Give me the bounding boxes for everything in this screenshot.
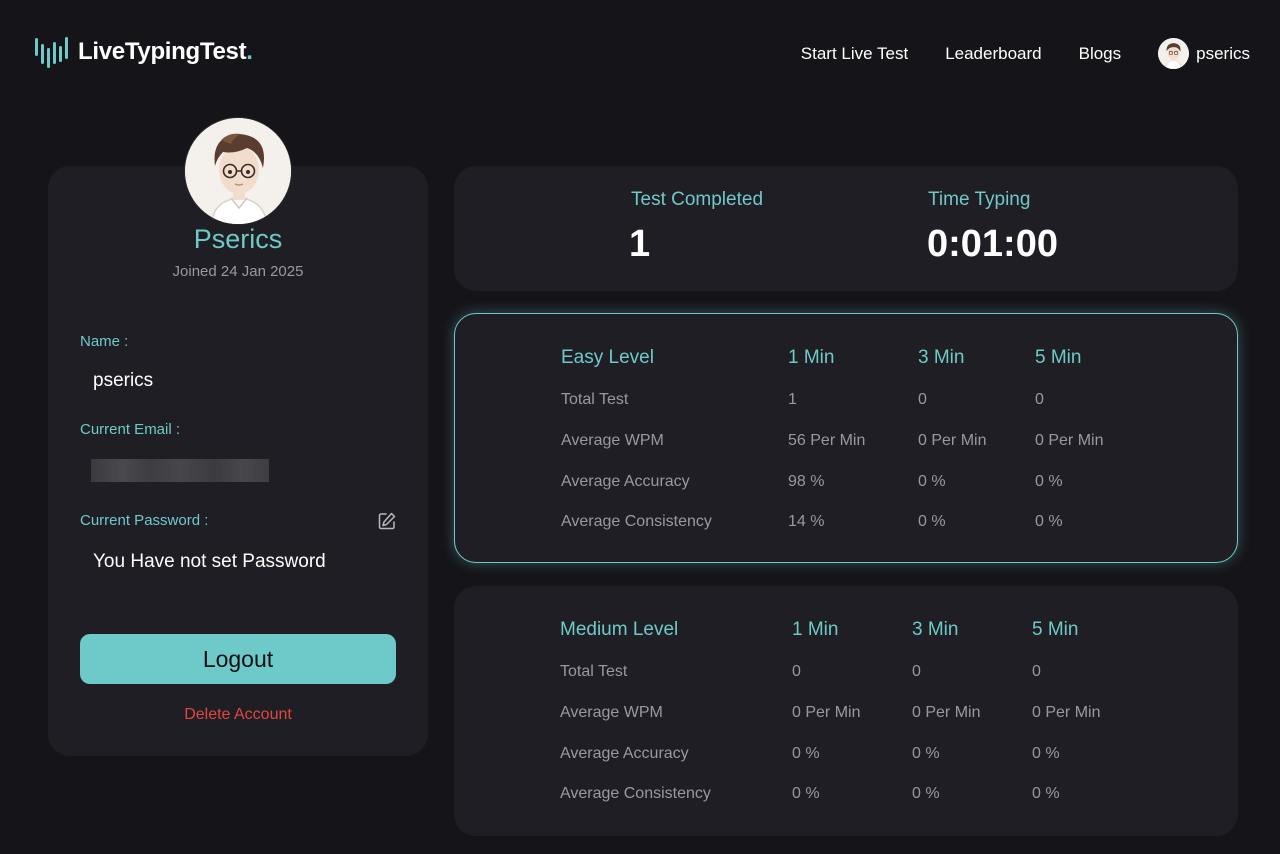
table-cell: 98 % <box>788 473 825 490</box>
password-value: You Have not set Password <box>93 551 326 572</box>
table-cell: 0 <box>1032 663 1041 680</box>
email-label: Current Email : <box>80 421 181 438</box>
table-cell: 0 % <box>918 513 946 530</box>
table-cell: 0 % <box>1035 513 1063 530</box>
row-label: Average Consistency <box>560 785 711 802</box>
table-cell: 0 Per Min <box>912 704 981 721</box>
logo-text: LiveTypingTest. <box>78 38 253 65</box>
table-cell: 0 <box>792 663 801 680</box>
column-header: 5 Min <box>1035 347 1082 368</box>
time-typing-value: 0:01:00 <box>927 223 1058 265</box>
password-label: Current Password : <box>80 512 209 529</box>
row-label: Average Consistency <box>561 513 712 530</box>
joined-date: Joined 24 Jan 2025 <box>172 263 304 280</box>
row-label: Average WPM <box>560 704 663 721</box>
table-cell: 0 <box>918 391 927 408</box>
easy-level-card: Easy Level 1 Min 3 Min 5 Min Total Test … <box>454 313 1238 563</box>
level-title: Medium Level <box>560 619 679 640</box>
logo-bars-icon <box>35 37 68 68</box>
row-label: Total Test <box>560 663 628 680</box>
table-cell: 0 % <box>912 745 940 762</box>
table-cell: 1 <box>788 391 797 408</box>
row-label: Average Accuracy <box>560 745 689 762</box>
table-cell: 0 % <box>1032 745 1060 762</box>
column-header: 1 Min <box>792 619 839 640</box>
table-cell: 0 % <box>1032 785 1060 802</box>
profile-display-name: Pserics <box>193 224 283 254</box>
site-logo[interactable]: LiveTypingTest. <box>34 34 253 70</box>
delete-account-link[interactable]: Delete Account <box>80 706 396 724</box>
avatar <box>1158 38 1190 69</box>
nav-leaderboard[interactable]: Leaderboard <box>945 44 1041 64</box>
tests-completed-label: Test Completed <box>631 189 764 210</box>
nav-start-live-test[interactable]: Start Live Test <box>801 44 908 64</box>
column-header: 5 Min <box>1032 619 1079 640</box>
name-value: pserics <box>93 370 154 391</box>
column-header: 1 Min <box>788 347 835 368</box>
table-cell: 0 Per Min <box>792 704 861 721</box>
table-cell: 0 % <box>1035 473 1063 490</box>
table-cell: 0 Per Min <box>1032 704 1101 721</box>
edit-password-icon[interactable] <box>377 511 397 531</box>
name-label: Name : <box>80 333 129 350</box>
table-cell: 14 % <box>788 513 825 530</box>
top-nav: Start Live Test Leaderboard Blogs pseric… <box>801 38 1250 69</box>
table-cell: 0 % <box>792 745 820 762</box>
logout-button[interactable]: Logout <box>80 634 396 684</box>
table-cell: 0 <box>912 663 921 680</box>
table-cell: 0 <box>1035 391 1044 408</box>
table-cell: 0 Per Min <box>1035 432 1104 449</box>
time-typing-label: Time Typing <box>928 189 1031 210</box>
table-cell: 0 % <box>918 473 946 490</box>
table-cell: 56 Per Min <box>788 432 866 449</box>
column-header: 3 Min <box>918 347 965 368</box>
tests-completed-value: 1 <box>629 223 651 265</box>
nav-username: pserics <box>1196 43 1250 63</box>
table-cell: 0 % <box>792 785 820 802</box>
email-value-redacted <box>91 459 269 482</box>
user-menu[interactable]: pserics <box>1158 38 1250 69</box>
summary-card: Test Completed 1 Time Typing 0:01:00 <box>454 166 1238 291</box>
medium-level-card: Medium Level 1 Min 3 Min 5 Min Total Tes… <box>454 586 1238 836</box>
level-title: Easy Level <box>561 347 654 368</box>
column-header: 3 Min <box>912 619 959 640</box>
profile-avatar <box>184 117 292 225</box>
row-label: Average Accuracy <box>561 473 690 490</box>
row-label: Average WPM <box>561 432 664 449</box>
table-cell: 0 Per Min <box>918 432 987 449</box>
table-cell: 0 % <box>912 785 940 802</box>
row-label: Total Test <box>561 391 629 408</box>
nav-blogs[interactable]: Blogs <box>1079 44 1122 64</box>
